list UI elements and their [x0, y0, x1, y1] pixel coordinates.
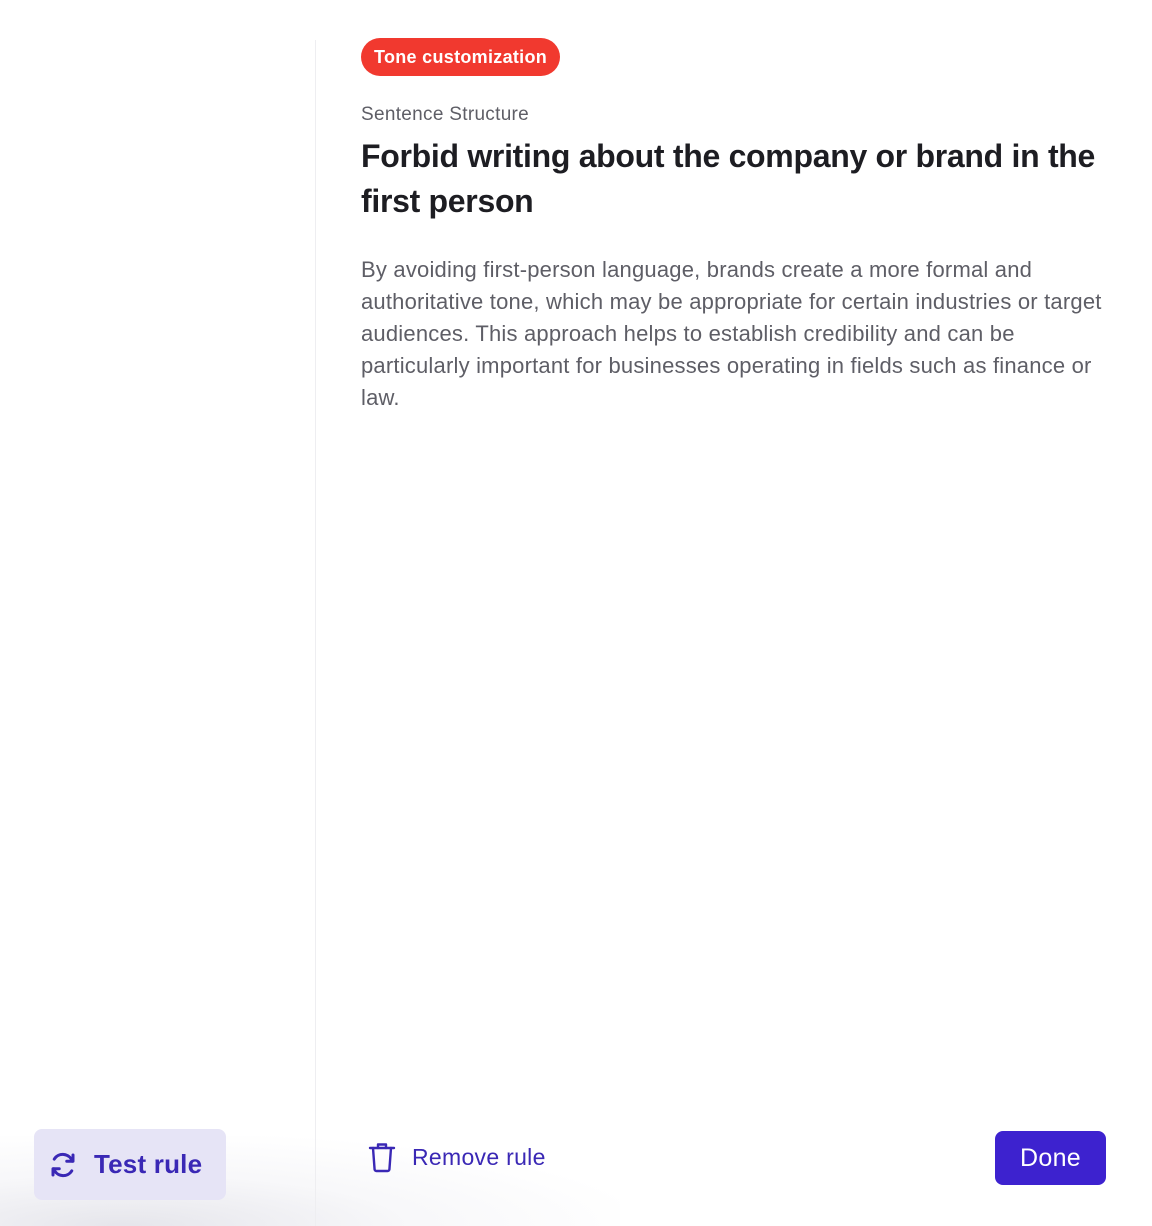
left-pane: Test rule	[0, 0, 315, 1226]
rule-description: By avoiding first-person language, brand…	[361, 257, 1102, 410]
rule-title: Forbid writing about the company or bran…	[361, 138, 1096, 219]
rule-detail-page: Test rule Tone customization Sentence St…	[0, 0, 1152, 1226]
test-rule-button[interactable]: Test rule	[34, 1129, 226, 1200]
rule-category: Sentence Structure	[361, 104, 530, 125]
remove-rule-label: Remove rule	[412, 1143, 546, 1170]
done-button[interactable]: Done	[995, 1131, 1106, 1185]
rule-type-badge: Tone customization	[361, 38, 561, 76]
pane-divider	[315, 40, 316, 1226]
test-rule-label: Test rule	[94, 1149, 203, 1179]
rule-content: Tone customization Sentence Structure Fo…	[361, 38, 1111, 414]
remove-rule-button[interactable]: Remove rule	[368, 1140, 546, 1174]
trash-icon	[368, 1140, 396, 1174]
refresh-icon	[48, 1150, 78, 1180]
